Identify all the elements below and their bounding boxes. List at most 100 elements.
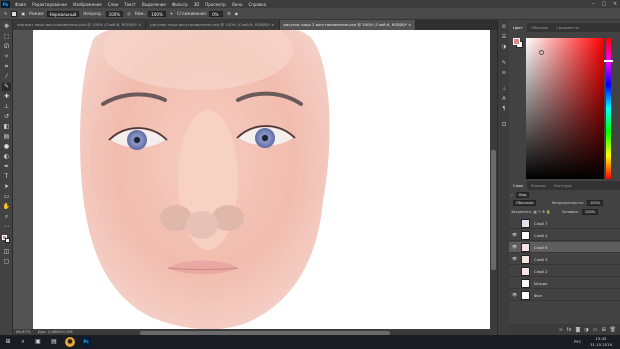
system-clock[interactable]: 15:45 31.10.2019 xyxy=(584,336,618,348)
layer-name[interactable]: Штрих xyxy=(534,278,547,289)
visibility-eye-icon[interactable] xyxy=(512,221,517,225)
visibility-eye-icon[interactable] xyxy=(512,281,517,285)
tab-swatches[interactable]: Образцы xyxy=(527,23,553,32)
menu-view[interactable]: Просмотр xyxy=(202,2,229,7)
layer-row[interactable]: 👁 Слой 4 xyxy=(509,230,620,241)
crop-tool-icon[interactable]: ⌗ xyxy=(2,63,11,71)
lock-icons[interactable]: ▦ ✎ ✥ 🔒 xyxy=(533,210,550,214)
color-picker-cursor[interactable] xyxy=(539,50,544,55)
healing-brush-tool-icon[interactable]: ✚ xyxy=(2,93,11,101)
adjustment-layer-icon[interactable]: ◑ xyxy=(584,327,588,333)
photoshop-taskbar-icon[interactable]: Ps xyxy=(81,337,91,347)
character-panel-icon[interactable]: A xyxy=(500,96,508,103)
menu-layers[interactable]: Слои xyxy=(105,2,121,7)
glyphs-panel-icon[interactable]: Ω xyxy=(500,122,508,129)
more-tools-icon[interactable]: ⋯ xyxy=(2,223,11,231)
screen-mode-icon[interactable]: ▢ xyxy=(2,258,11,266)
clone-stamp-tool-icon[interactable]: ⊥ xyxy=(2,103,11,111)
layer-opacity-input[interactable]: 100% xyxy=(586,200,604,206)
browser-icon[interactable]: ● xyxy=(65,337,75,347)
marquee-tool-icon[interactable]: ⬚ xyxy=(2,33,11,41)
layer-style-icon[interactable]: fx xyxy=(567,327,572,333)
color-panel-foreground-swatch[interactable] xyxy=(513,38,520,45)
tab-paths[interactable]: Контуры xyxy=(550,181,575,190)
layer-name[interactable]: Слой 3 xyxy=(534,254,548,265)
shape-tool-icon[interactable]: ▭ xyxy=(2,193,11,201)
pressure-opacity-icon[interactable]: ◎ xyxy=(127,11,131,16)
menu-image[interactable]: Изображение xyxy=(70,2,105,7)
smoothing-settings-icon[interactable]: ⚙ xyxy=(227,11,231,16)
close-button[interactable]: × xyxy=(610,0,620,8)
tab-document-3[interactable]: рисунок лица 2 восстановление.psd @ 200%… xyxy=(279,20,417,30)
gradient-tool-icon[interactable]: ▤ xyxy=(2,133,11,141)
hue-slider-marker[interactable] xyxy=(604,60,613,62)
blur-tool-icon[interactable]: ● xyxy=(2,143,11,151)
minimize-button[interactable]: – xyxy=(588,0,598,8)
zoom-tool-icon[interactable]: ⌕ xyxy=(2,213,11,221)
path-select-tool-icon[interactable]: ➤ xyxy=(2,183,11,191)
layer-kind-select[interactable]: Вид xyxy=(516,192,530,198)
adjustments-panel-icon[interactable]: ◑ xyxy=(500,44,508,51)
dodge-tool-icon[interactable]: ◐ xyxy=(2,153,11,161)
add-mask-icon[interactable]: ◙ xyxy=(575,327,580,333)
brush-settings-panel-icon[interactable]: ≋ xyxy=(500,70,508,77)
layer-name[interactable]: Слой 6 xyxy=(534,242,548,253)
tab-channels[interactable]: Каналы xyxy=(527,181,550,190)
new-group-icon[interactable]: ▭ xyxy=(593,327,598,333)
pen-tool-icon[interactable]: ✒ xyxy=(2,163,11,171)
type-tool-icon[interactable]: T xyxy=(2,173,11,181)
brush-settings-icon[interactable]: ▣ xyxy=(21,11,25,16)
menu-select[interactable]: Выделение xyxy=(139,2,169,7)
background-color-swatch[interactable] xyxy=(5,238,10,243)
layer-row[interactable]: 👁 Слой 3 xyxy=(509,254,620,265)
quick-select-tool-icon[interactable]: ✧ xyxy=(2,53,11,61)
maximize-button[interactable]: □ xyxy=(599,0,609,8)
paragraph-panel-icon[interactable]: ¶ xyxy=(500,106,508,113)
layer-name[interactable]: Фон xyxy=(534,290,542,301)
color-picker-field[interactable] xyxy=(526,38,604,179)
menu-filter[interactable]: Фильтр xyxy=(169,2,191,7)
menu-3d[interactable]: 3D xyxy=(191,2,203,7)
airbrush-icon[interactable]: ✦ xyxy=(170,11,173,16)
pressure-size-icon[interactable]: ◉ xyxy=(235,11,239,16)
layer-row[interactable]: 👁 Слой 6 xyxy=(509,242,620,253)
brush-size-preset[interactable] xyxy=(11,10,18,17)
fill-input[interactable]: 100% xyxy=(581,209,599,215)
mode-select[interactable]: Нормальный xyxy=(46,10,80,17)
zoom-level[interactable]: 66,67% xyxy=(16,329,30,334)
visibility-eye-icon[interactable]: 👁 xyxy=(512,245,517,249)
properties-panel-icon[interactable]: ☰ xyxy=(500,34,508,41)
link-layers-icon[interactable]: ∞ xyxy=(559,327,563,333)
move-tool-icon[interactable]: ✥ xyxy=(2,23,11,31)
visibility-eye-icon[interactable]: 👁 xyxy=(512,257,517,261)
flow-input[interactable]: 100% xyxy=(148,10,166,17)
visibility-eye-icon[interactable]: 👁 xyxy=(512,293,517,297)
delete-layer-icon[interactable]: 🗑 xyxy=(610,327,616,333)
hand-tool-icon[interactable]: ✋ xyxy=(2,203,11,211)
smoothing-input[interactable]: 0% xyxy=(209,10,224,17)
start-icon[interactable]: ⊞ xyxy=(3,337,13,347)
tab-gradients[interactable]: Градиенты xyxy=(552,23,582,32)
brush-tool-icon[interactable]: ✎ xyxy=(4,11,7,16)
lasso-tool-icon[interactable]: ᘏ xyxy=(2,43,11,51)
brush-tool-icon[interactable]: ✎ xyxy=(2,83,11,91)
tab-document-2[interactable]: рисунок лица восстановление.psd @ 100% (… xyxy=(146,20,280,30)
quick-mask-icon[interactable]: ◫ xyxy=(2,248,11,256)
new-layer-icon[interactable]: ⊞ xyxy=(601,327,605,333)
visibility-eye-icon[interactable] xyxy=(512,269,517,273)
tab-color[interactable]: Цвет xyxy=(509,23,527,32)
vertical-scrollbar[interactable] xyxy=(490,30,497,329)
blend-mode-select[interactable]: Обычные xyxy=(513,200,537,206)
vertical-scroll-thumb[interactable] xyxy=(491,150,496,270)
clone-source-panel-icon[interactable]: ⊥ xyxy=(500,86,508,93)
layer-row[interactable]: 👁 Фон xyxy=(509,290,620,301)
layer-name[interactable]: Слой 4 xyxy=(534,230,548,241)
search-icon[interactable]: ⌕ xyxy=(18,337,28,347)
layer-row[interactable]: Слой 7 xyxy=(509,218,620,229)
menu-file[interactable]: Файл xyxy=(12,2,29,7)
tab-document-1[interactable]: портрет лицо восстановление.psd @ 100% (… xyxy=(13,20,147,30)
eyedropper-tool-icon[interactable]: ⁄ xyxy=(2,73,11,81)
eraser-tool-icon[interactable]: ◧ xyxy=(2,123,11,131)
opacity-input[interactable]: 100% xyxy=(105,10,124,17)
layer-row[interactable]: Штрих xyxy=(509,278,620,289)
